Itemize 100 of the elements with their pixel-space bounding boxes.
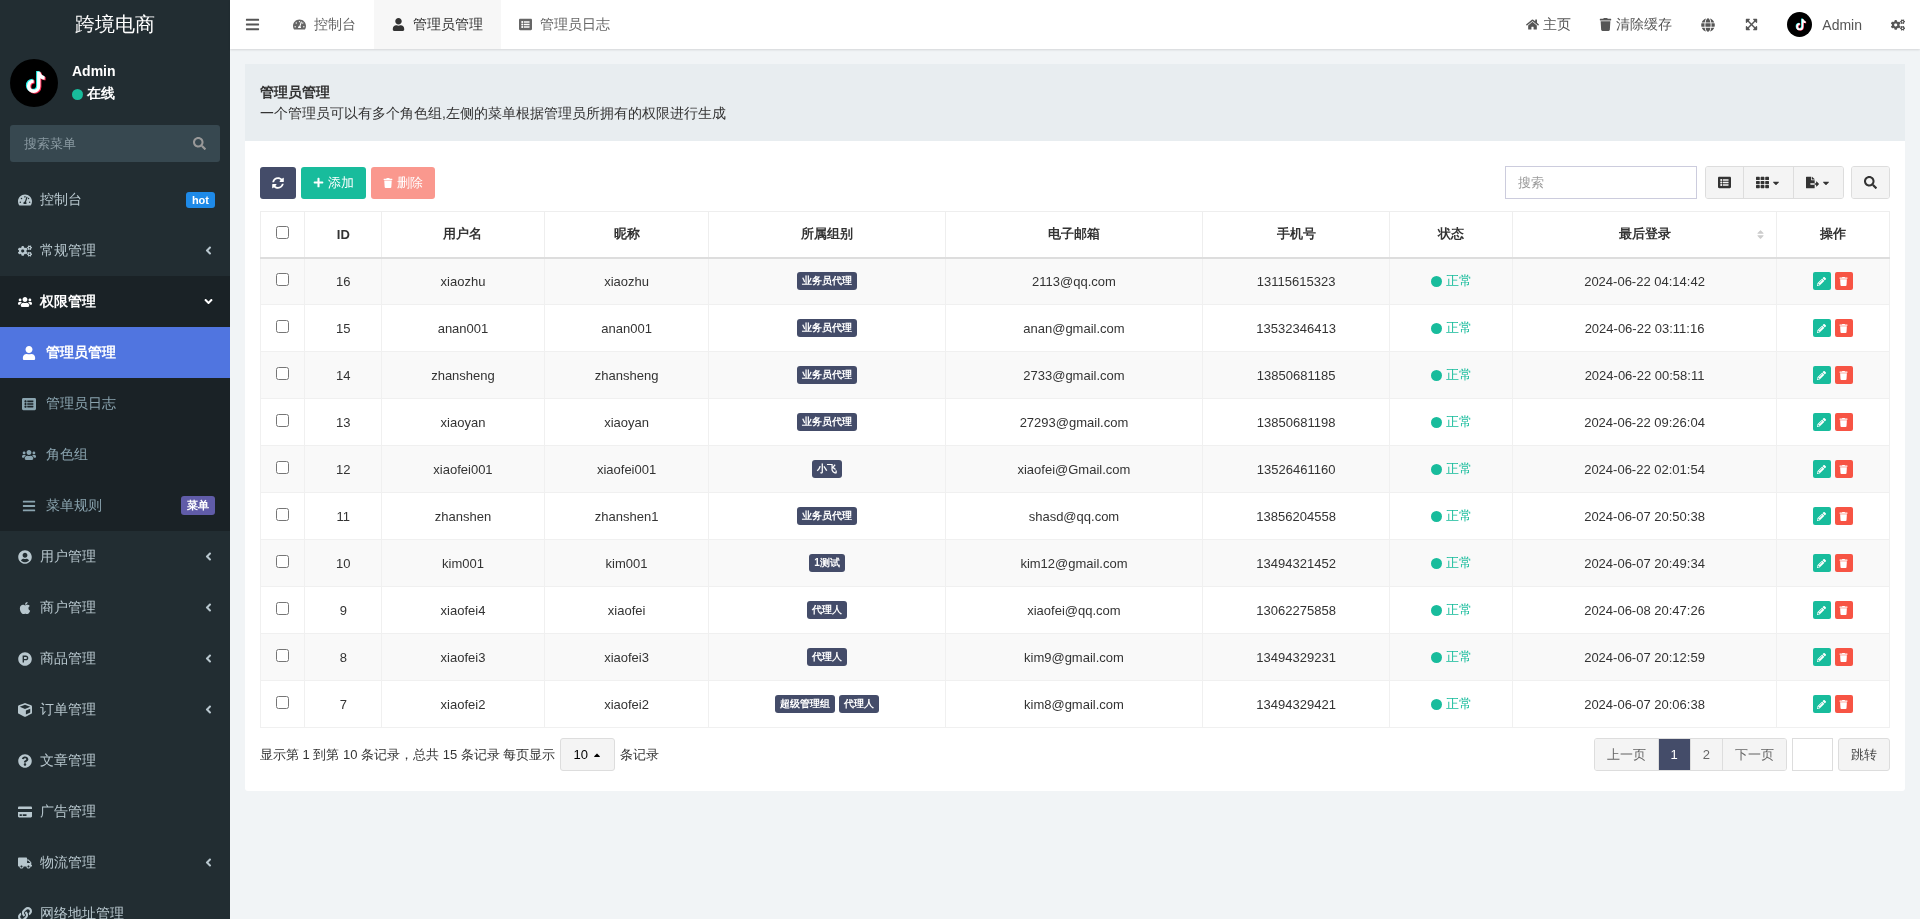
top-link[interactable]: 清除缓存 (1585, 0, 1687, 49)
table-cell: 2024-06-07 20:49:34 (1512, 539, 1777, 587)
table-cell: anan001 (544, 304, 709, 352)
table-cell: 13526461160 (1202, 445, 1390, 493)
delete-row-button[interactable] (1834, 460, 1853, 478)
view-toggle-button[interactable] (1706, 167, 1744, 198)
search-field[interactable]: 搜索 (1505, 166, 1697, 199)
edit-button[interactable] (1812, 648, 1831, 666)
table-cell: 12 (304, 445, 382, 493)
row-checkbox[interactable] (276, 273, 290, 287)
jump-button[interactable]: 跳转 (1838, 738, 1890, 771)
delete-row-button[interactable] (1834, 366, 1853, 384)
row-checkbox[interactable] (276, 367, 290, 380)
group-tag: 业务员代理 (797, 413, 858, 431)
home-icon (1526, 18, 1540, 31)
sidebar-item[interactable]: 物流管理 (0, 837, 230, 888)
table-cell: 2024-06-22 00:58:11 (1512, 351, 1777, 399)
delete-row-button[interactable] (1834, 272, 1853, 291)
columns-button[interactable] (1744, 167, 1794, 198)
nav-tab[interactable]: 控制台 (275, 0, 374, 49)
next-page-button[interactable]: 下一页 (1723, 739, 1786, 770)
edit-button[interactable] (1812, 601, 1831, 619)
delete-row-button[interactable] (1834, 507, 1853, 525)
row-checkbox[interactable] (276, 555, 290, 568)
sidebar-item[interactable]: 控制台 hot (0, 174, 230, 225)
sidebar-item[interactable]: 网络地址管理 (0, 888, 230, 919)
table-cell: kim8@gmail.com (945, 680, 1203, 728)
sidebar-subitem[interactable]: 管理员日志 (0, 378, 230, 429)
delete-row-button[interactable] (1834, 319, 1853, 337)
row-checkbox[interactable] (276, 602, 290, 615)
prev-page-button[interactable]: 上一页 (1594, 739, 1659, 770)
table-cell: 2024-06-07 20:50:38 (1512, 492, 1777, 540)
page-input[interactable] (1792, 738, 1833, 771)
sidebar-item[interactable]: 用户管理 (0, 531, 230, 582)
edit-button[interactable] (1812, 319, 1831, 337)
row-checkbox[interactable] (276, 414, 290, 427)
delete-row-button[interactable] (1834, 695, 1853, 713)
delete-row-button[interactable] (1834, 648, 1853, 666)
sidebar-item[interactable]: 权限管理 (0, 276, 230, 327)
table-cell: 13115615323 (1202, 257, 1390, 305)
edit-button[interactable] (1812, 413, 1831, 431)
group-tag: 超级管理组 (775, 695, 836, 713)
page-button[interactable]: 1 (1658, 739, 1691, 770)
sidebar-item[interactable]: 商户管理 (0, 582, 230, 633)
table-cell: 11 (304, 492, 382, 540)
delete-row-button[interactable] (1834, 413, 1853, 431)
sidebar-item[interactable]: 常规管理 (0, 225, 230, 276)
row-checkbox[interactable] (276, 461, 290, 474)
column-header: 昵称 (544, 211, 709, 258)
sidebar-item[interactable]: 文章管理 (0, 735, 230, 786)
table-cell: xiaoyan (544, 398, 709, 446)
truck-icon (18, 855, 32, 870)
table-cell: anan@gmail.com (945, 304, 1203, 352)
edit-button[interactable] (1812, 554, 1831, 572)
status-text: 正常 (1445, 695, 1472, 713)
sidebar-item[interactable]: 广告管理 (0, 786, 230, 837)
sidebar-item[interactable]: 商品管理 (0, 633, 230, 684)
status-dot (1430, 651, 1442, 663)
select-all-checkbox[interactable] (276, 226, 290, 240)
status-text: 正常 (1445, 460, 1472, 478)
status-text: 正常 (1445, 648, 1472, 666)
panel-description: 一个管理员可以有多个角色组,左侧的菜单根据管理员所拥有的权限进行生成 (260, 104, 727, 123)
row-checkbox[interactable] (276, 649, 290, 662)
table-cell: xiaofei001 (544, 445, 709, 493)
pencil-icon (1817, 652, 1827, 662)
sidebar-item[interactable]: 订单管理 (0, 684, 230, 735)
table-cell: 27293@gmail.com (945, 398, 1203, 446)
panel-title: 管理员管理 (260, 83, 331, 102)
table-cell: 13532346413 (1202, 304, 1390, 352)
nav-tab[interactable]: 管理员日志 (501, 0, 628, 49)
refresh-button[interactable] (260, 166, 296, 199)
page-size-button[interactable]: 10 (560, 738, 615, 771)
edit-button[interactable] (1812, 460, 1831, 478)
nav-tab[interactable]: 管理员管理 (374, 0, 501, 49)
group-tag: 代理人 (839, 695, 880, 713)
export-button[interactable] (1794, 167, 1843, 198)
edit-button[interactable] (1812, 366, 1831, 384)
edit-button[interactable] (1812, 507, 1831, 525)
search-button[interactable] (1852, 167, 1889, 198)
plus-icon (313, 177, 324, 188)
table-cell: xiaofei (544, 586, 709, 634)
top-link[interactable]: 主页 (1512, 0, 1586, 49)
menu-search-field[interactable]: 搜索菜单 (10, 125, 220, 162)
sidebar-subitem[interactable]: 管理员管理 (0, 327, 230, 378)
edit-button[interactable] (1812, 272, 1831, 291)
table-cell: anan001 (381, 304, 545, 352)
row-checkbox[interactable] (276, 508, 290, 521)
table-cell: 2024-06-08 20:47:26 (1512, 586, 1777, 634)
user-menu[interactable]: Admin (1773, 0, 1876, 49)
table-cell: xiaofei2 (381, 680, 545, 728)
status-text: 正常 (1445, 366, 1472, 384)
edit-button[interactable] (1812, 695, 1831, 713)
page-button[interactable]: 2 (1690, 739, 1723, 770)
delete-row-button[interactable] (1834, 554, 1853, 572)
status-dot (1430, 369, 1442, 381)
sidebar-subitem[interactable]: 角色组 (0, 429, 230, 480)
sidebar-subitem[interactable]: 菜单规则 菜单 (0, 480, 230, 531)
row-checkbox[interactable] (276, 320, 290, 333)
row-checkbox[interactable] (276, 696, 290, 709)
delete-row-button[interactable] (1834, 601, 1853, 619)
